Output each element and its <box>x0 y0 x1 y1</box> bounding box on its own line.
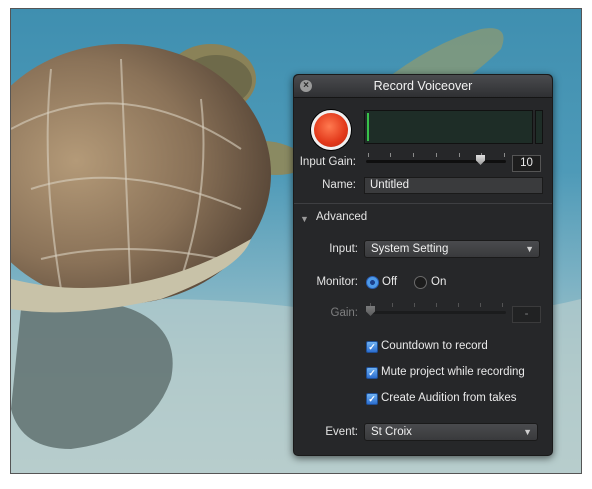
advanced-section-label[interactable]: Advanced <box>316 211 367 223</box>
monitor-gain-ticks <box>370 303 504 307</box>
input-label: Input: <box>329 243 358 255</box>
input-gain-slider[interactable] <box>366 160 506 163</box>
countdown-label[interactable]: Countdown to record <box>381 340 488 352</box>
name-label: Name: <box>322 179 356 191</box>
input-source-value: System Setting <box>371 243 449 255</box>
input-gain-value[interactable]: 10 <box>512 155 541 172</box>
meter-level-bar <box>367 113 369 141</box>
countdown-checkbox[interactable]: ✓ <box>366 341 378 353</box>
checkmark-icon: ✓ <box>368 394 376 404</box>
panel-titlebar: × Record Voiceover <box>294 75 552 98</box>
input-source-select[interactable]: System Setting ▼ <box>364 240 540 258</box>
meter-peak-indicator <box>535 110 543 144</box>
record-voiceover-panel: × Record Voiceover Input Gain: 10 Name: … <box>293 74 553 456</box>
monitor-gain-slider-thumb[interactable] <box>366 306 375 316</box>
input-gain-ticks <box>368 153 506 157</box>
monitor-gain-value[interactable]: - <box>512 306 541 323</box>
chevron-down-icon: ▼ <box>523 427 532 437</box>
monitor-on-radio[interactable] <box>414 276 427 289</box>
checkmark-icon: ✓ <box>368 342 376 352</box>
monitor-on-label[interactable]: On <box>431 276 446 288</box>
event-value: St Croix <box>371 426 412 438</box>
monitor-gain-label: Gain: <box>330 307 359 319</box>
create-audition-label[interactable]: Create Audition from takes <box>381 392 517 404</box>
section-divider <box>294 203 552 204</box>
panel-title: Record Voiceover <box>373 79 473 93</box>
event-select[interactable]: St Croix ▼ <box>364 423 538 441</box>
name-field[interactable]: Untitled <box>364 177 543 194</box>
mute-project-label[interactable]: Mute project while recording <box>381 366 525 378</box>
disclosure-triangle-icon[interactable]: ▼ <box>300 214 309 224</box>
monitor-label: Monitor: <box>316 276 358 288</box>
input-gain-label: Input Gain: <box>299 156 356 168</box>
monitor-off-radio[interactable] <box>366 276 379 289</box>
create-audition-checkbox[interactable]: ✓ <box>366 393 378 405</box>
audio-level-meter <box>364 110 533 144</box>
checkmark-icon: ✓ <box>368 368 376 378</box>
input-gain-slider-thumb[interactable] <box>476 155 485 165</box>
monitor-off-label[interactable]: Off <box>382 276 397 288</box>
event-label: Event: <box>325 426 358 438</box>
mute-project-checkbox[interactable]: ✓ <box>366 367 378 379</box>
monitor-gain-slider[interactable] <box>368 311 506 314</box>
chevron-down-icon: ▼ <box>525 244 534 254</box>
record-button[interactable] <box>311 110 351 150</box>
